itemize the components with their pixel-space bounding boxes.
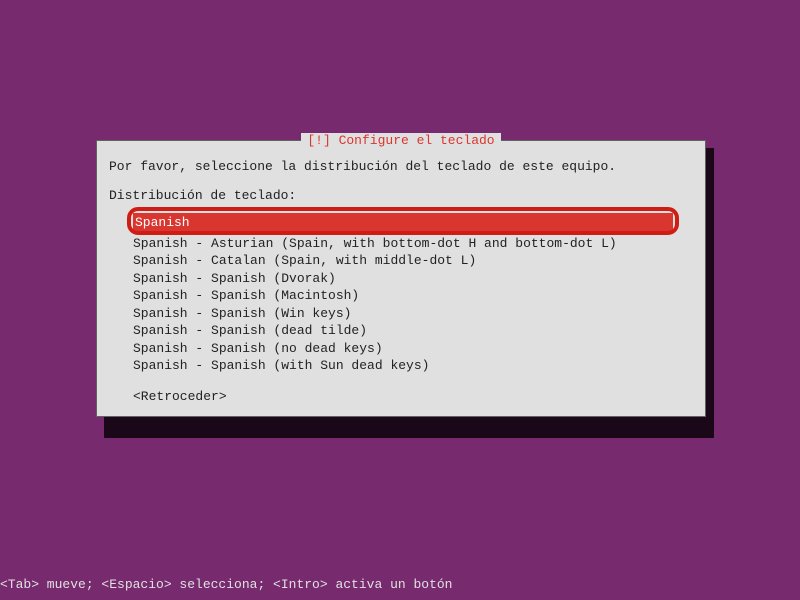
list-item[interactable]: Spanish - Spanish (no dead keys) (133, 340, 693, 358)
keyboard-config-dialog: [!] Configure el teclado Por favor, sele… (96, 140, 706, 417)
list-item[interactable]: Spanish - Spanish (Win keys) (133, 305, 693, 323)
dialog-prompt: Por favor, seleccione la distribución de… (109, 159, 693, 174)
list-item[interactable]: Spanish - Spanish (Dvorak) (133, 270, 693, 288)
list-item-selected[interactable]: Spanish (133, 213, 673, 233)
list-item[interactable]: Spanish - Catalan (Spain, with middle-do… (133, 252, 693, 270)
list-item[interactable]: Spanish - Spanish (Macintosh) (133, 287, 693, 305)
back-button[interactable]: <Retroceder> (133, 389, 693, 404)
list-item[interactable]: Spanish - Asturian (Spain, with bottom-d… (133, 235, 693, 253)
dialog-title: [!] Configure el teclado (301, 133, 500, 148)
list-item[interactable]: Spanish - Spanish (with Sun dead keys) (133, 357, 693, 375)
dialog-label: Distribución de teclado: (109, 188, 693, 203)
keyboard-layout-list[interactable]: Spanish Spanish - Asturian (Spain, with … (133, 213, 693, 375)
list-item[interactable]: Spanish - Spanish (dead tilde) (133, 322, 693, 340)
list-item-selected-wrap[interactable]: Spanish (133, 213, 693, 233)
footer-hint: <Tab> mueve; <Espacio> selecciona; <Intr… (0, 577, 452, 592)
